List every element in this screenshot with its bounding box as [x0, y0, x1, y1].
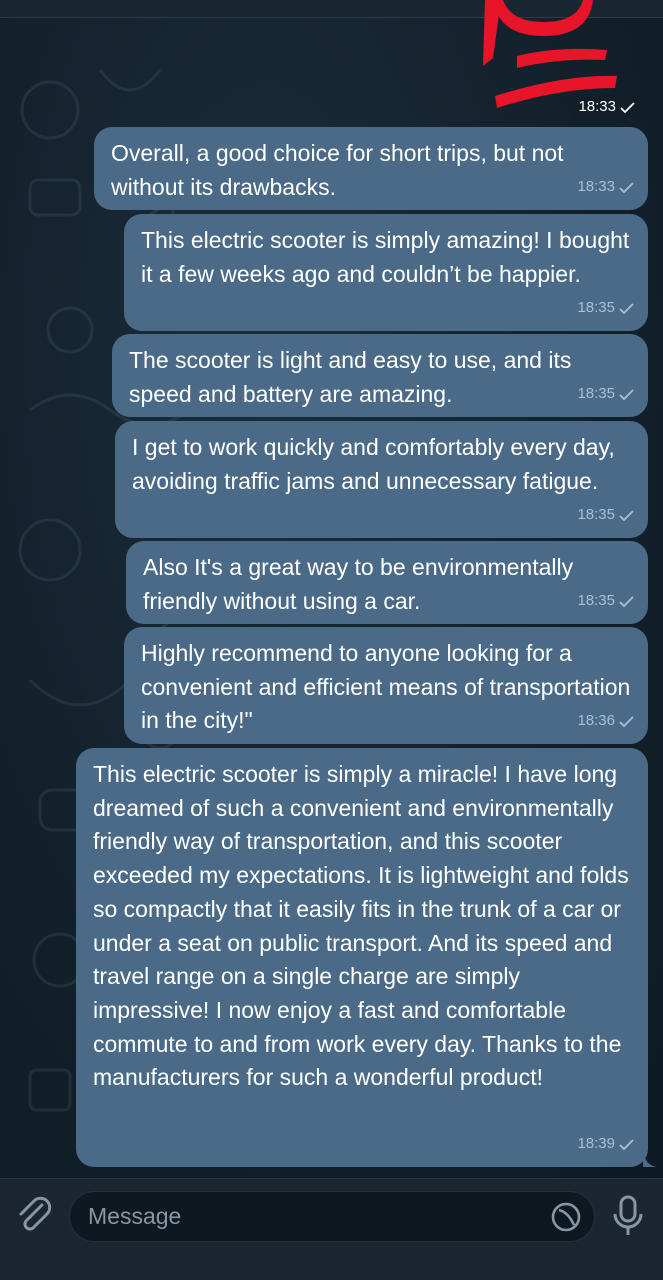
- message-text: This electric scooter is simply amazing!…: [141, 227, 630, 287]
- single-check-icon: [620, 101, 635, 113]
- message-meta: 18:35: [577, 584, 634, 618]
- outgoing-message[interactable]: Overall, a good choice for short trips, …: [94, 127, 648, 210]
- microphone-icon[interactable]: [610, 1194, 646, 1238]
- message-time: 18:35: [577, 299, 615, 317]
- paperclip-icon[interactable]: [14, 1195, 54, 1235]
- message-time: 18:35: [577, 592, 615, 610]
- message-time: 18:35: [577, 506, 615, 524]
- composer-bar: [0, 1178, 663, 1280]
- outgoing-message[interactable]: Highly recommend to anyone looking for a…: [124, 627, 648, 744]
- message-meta: 18:35: [577, 498, 634, 532]
- message-text: This electric scooter is simply a miracl…: [93, 761, 629, 1091]
- message-text: Overall, a good choice for short trips, …: [111, 140, 564, 200]
- message-meta: 18:39: [577, 1127, 634, 1161]
- single-check-icon: [619, 716, 634, 727]
- message-text: I get to work quickly and comfortably ev…: [132, 434, 615, 494]
- message-time: 18:36: [577, 712, 615, 730]
- message-text: The scooter is light and easy to use, an…: [129, 347, 572, 407]
- single-check-icon: [619, 182, 634, 193]
- sticker-timestamp: 18:33: [568, 94, 645, 120]
- sticker-time-text: 18:33: [578, 98, 616, 115]
- message-time: 18:39: [577, 1135, 615, 1153]
- message-time: 18:35: [577, 385, 615, 403]
- outgoing-message[interactable]: This electric scooter is simply amazing!…: [124, 214, 648, 331]
- message-meta: 18:35: [577, 291, 634, 325]
- outgoing-message[interactable]: The scooter is light and easy to use, an…: [112, 334, 648, 417]
- single-check-icon: [619, 596, 634, 607]
- bubble-tail: [643, 1151, 657, 1167]
- message-meta: 18:33: [577, 170, 634, 204]
- sticker-icon[interactable]: [550, 1201, 582, 1233]
- message-text: Also It's a great way to be environmenta…: [143, 554, 574, 614]
- message-text: Highly recommend to anyone looking for a…: [141, 640, 631, 734]
- message-meta: 18:36: [577, 704, 634, 738]
- outgoing-message[interactable]: I get to work quickly and comfortably ev…: [115, 421, 648, 538]
- chat-area: 18:33 Overall, a good choice for short t…: [0, 0, 663, 1178]
- single-check-icon: [619, 303, 634, 314]
- message-meta: 18:35: [577, 377, 634, 411]
- message-input[interactable]: [88, 1192, 548, 1241]
- single-check-icon: [619, 510, 634, 521]
- outgoing-message[interactable]: This electric scooter is simply a miracl…: [76, 748, 657, 1167]
- single-check-icon: [619, 389, 634, 400]
- outgoing-message[interactable]: Also It's a great way to be environmenta…: [126, 541, 648, 624]
- message-input-field[interactable]: [69, 1191, 595, 1242]
- message-time: 18:33: [577, 178, 615, 196]
- single-check-icon: [619, 1139, 634, 1150]
